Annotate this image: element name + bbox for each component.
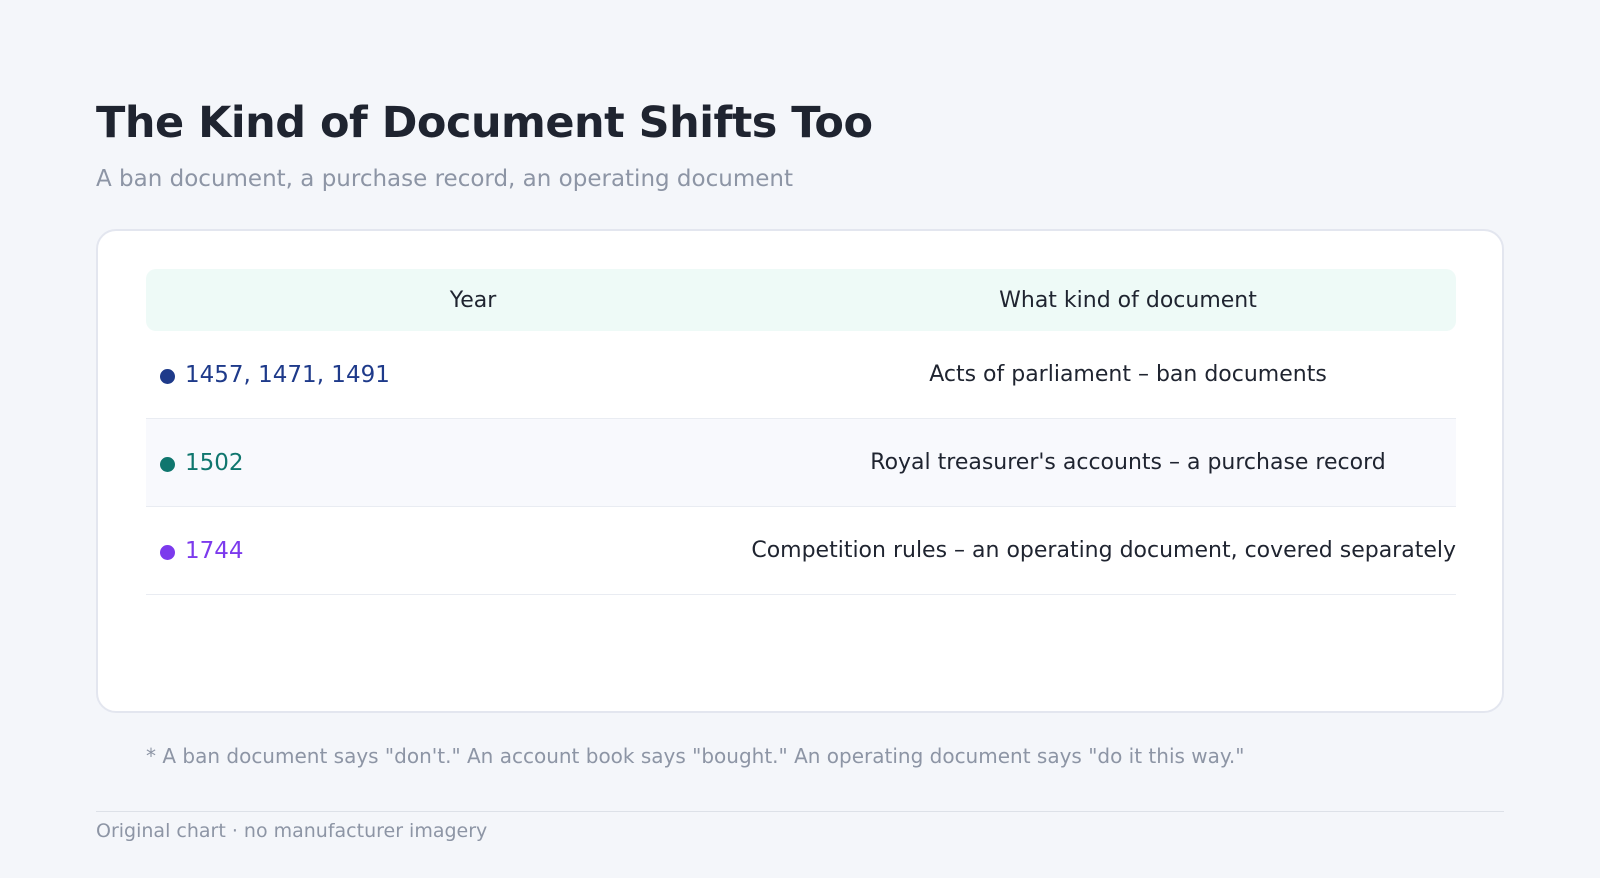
series-dot-icon [160, 456, 175, 472]
year-value: 1502 [185, 449, 244, 476]
column-header-year: Year [449, 287, 497, 313]
year-cell: 1457, 1471, 1491 [146, 362, 800, 388]
column-header-document: What kind of document [999, 287, 1257, 313]
page-subtitle: A ban document, a purchase record, an op… [96, 166, 793, 192]
table-card: Year What kind of document 1457, 1471, 1… [96, 229, 1504, 713]
series-dot-icon [160, 544, 175, 560]
year-cell: 1744 [146, 538, 751, 564]
series-dot-icon [160, 368, 175, 384]
table-row: 1502 Royal treasurer's accounts – a purc… [146, 419, 1456, 507]
document-cell: Royal treasurer's accounts – a purchase … [870, 450, 1386, 475]
page: The Kind of Document Shifts Too A ban do… [96, 0, 1504, 878]
table-row: 1744 Competition rules – an operating do… [146, 507, 1456, 595]
year-cell: 1502 [146, 450, 800, 476]
document-table: Year What kind of document 1457, 1471, 1… [146, 269, 1456, 595]
table-row: 1457, 1471, 1491 Acts of parliament – ba… [146, 331, 1456, 419]
document-cell: Acts of parliament – ban documents [929, 362, 1327, 387]
year-value: 1457, 1471, 1491 [185, 361, 390, 388]
footer-credit: Original chart · no manufacturer imagery [96, 820, 488, 842]
footnote: * A ban document says "don't." An accoun… [146, 744, 1245, 768]
table-header: Year What kind of document [146, 269, 1456, 331]
footer-divider [96, 811, 1504, 812]
document-cell: Competition rules – an operating documen… [751, 538, 1456, 563]
page-title: The Kind of Document Shifts Too [96, 98, 873, 148]
year-value: 1744 [185, 537, 244, 564]
